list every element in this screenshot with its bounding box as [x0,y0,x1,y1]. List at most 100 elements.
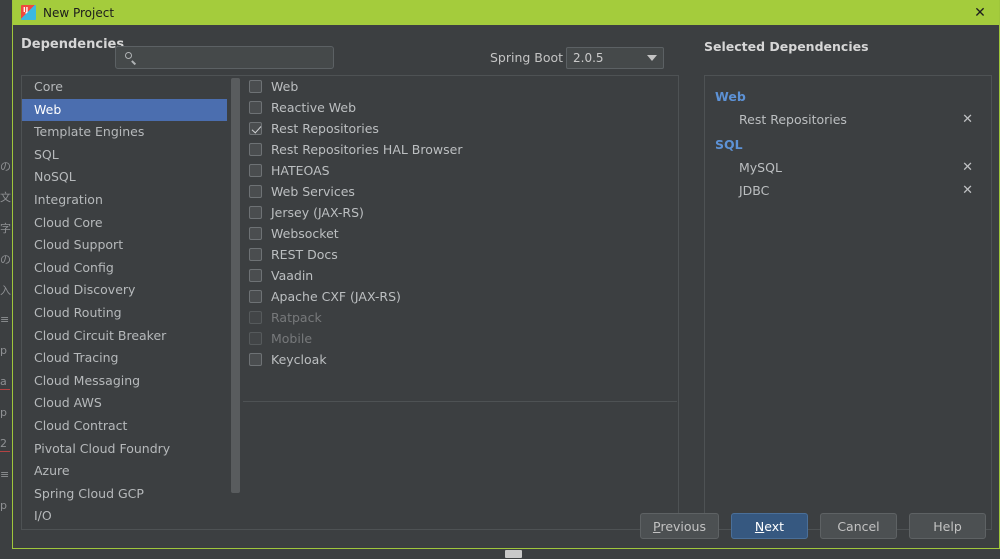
new-project-dialog: New Project ✕ Dependencies Spring Boot 2… [12,0,1000,549]
dependency-checkbox-row: Mobile [243,328,678,349]
dialog-titlebar: New Project ✕ [13,0,999,25]
dependency-checkbox-row[interactable]: Web [243,76,678,97]
dependency-checkbox-label: REST Docs [271,247,338,262]
dependency-checkbox-row[interactable]: Jersey (JAX-RS) [243,202,678,223]
list-divider [243,401,677,402]
dependency-checkbox-label: Apache CXF (JAX-RS) [271,289,401,304]
category-item[interactable]: Integration [22,189,227,212]
dependency-checkbox-row[interactable]: HATEOAS [243,160,678,181]
selected-group-header: Web [715,89,746,104]
dependency-checkbox-row[interactable]: REST Docs [243,244,678,265]
spring-boot-version-select[interactable]: 2.0.5 [566,47,664,69]
remove-dependency-icon[interactable]: ✕ [960,184,975,197]
category-item[interactable]: Cloud Support [22,234,227,257]
checkbox-unchecked-icon[interactable] [249,290,262,303]
dependency-checkbox-row[interactable]: Reactive Web [243,97,678,118]
checkbox-checked-icon[interactable] [249,122,262,135]
search-input[interactable] [137,46,333,69]
checkbox-unchecked-icon [249,311,262,324]
category-item[interactable]: Cloud AWS [22,392,227,415]
selected-dependency-row: Rest Repositories ✕ [705,108,991,131]
checkbox-unchecked-icon[interactable] [249,353,262,366]
category-item[interactable]: Cloud Contract [22,415,227,438]
dependency-checkbox-label: Rest Repositories [271,121,379,136]
category-item[interactable]: Cloud Messaging [22,370,227,393]
remove-dependency-icon[interactable]: ✕ [960,161,975,174]
dependency-checkbox-label: Mobile [271,331,313,346]
dependency-checkbox-row[interactable]: Rest Repositories HAL Browser [243,139,678,160]
background-text-fragment: 2 [0,437,10,452]
dependency-checkbox-label: Rest Repositories HAL Browser [271,142,463,157]
spring-boot-version-value: 2.0.5 [573,51,604,65]
checkbox-unchecked-icon[interactable] [249,248,262,261]
dependency-checkbox-row[interactable]: Vaadin [243,265,678,286]
background-left-strip: の文字の入 ≡ p a p 2 ≡ p [0,0,12,559]
checkbox-unchecked-icon[interactable] [249,164,262,177]
selected-dependencies-title: Selected Dependencies [704,39,869,54]
dependency-checkbox-row[interactable]: Apache CXF (JAX-RS) [243,286,678,307]
search-box[interactable] [115,46,334,69]
background-text-fragment: の [0,160,11,173]
checkbox-unchecked-icon[interactable] [249,80,262,93]
checkbox-unchecked-icon[interactable] [249,227,262,240]
category-scrollbar[interactable] [231,76,240,529]
dependency-checkbox-row[interactable]: Rest Repositories [243,118,678,139]
dialog-header-row: Dependencies Spring Boot 2.0.5 Selected … [13,25,999,69]
help-button[interactable]: Help [909,513,986,539]
category-item[interactable]: NoSQL [22,166,227,189]
dependency-checkbox-row[interactable]: Websocket [243,223,678,244]
dependency-checkbox-label: Websocket [271,226,339,241]
next-button[interactable]: Next [731,513,808,539]
dependency-checkbox-list: Web Reactive Web Rest Repositories Rest Rep… [243,76,678,370]
background-scrollbar-thumb[interactable] [505,550,522,558]
category-item[interactable]: Cloud Tracing [22,347,227,370]
category-list-panel: Core Web Template Engines SQL NoSQL Integrati… [21,75,243,530]
dependency-checkbox-row: Ratpack [243,307,678,328]
background-horizontal-scrollbar[interactable] [0,550,1000,559]
dependency-checkbox-row[interactable]: Web Services [243,181,678,202]
cancel-button[interactable]: Cancel [820,513,897,539]
category-item[interactable]: Cloud Discovery [22,279,227,302]
category-item[interactable]: SQL [22,144,227,167]
category-list: Core Web Template Engines SQL NoSQL Integrati… [22,76,227,528]
category-item[interactable]: Core [22,76,227,99]
category-item[interactable]: Pivotal Cloud Foundry [22,438,227,461]
background-text-fragment: p [0,406,7,419]
selected-group-header: SQL [715,137,743,152]
category-item[interactable]: Spring Cloud GCP [22,483,227,506]
checkbox-unchecked-icon[interactable] [249,101,262,114]
remove-dependency-icon[interactable]: ✕ [960,113,975,126]
dialog-footer: Previous Next Cancel Help [13,504,999,548]
dependency-checkbox-label: Web Services [271,184,355,199]
checkbox-unchecked-icon[interactable] [249,269,262,282]
checkbox-unchecked-icon[interactable] [249,143,262,156]
previous-button[interactable]: Previous [639,513,719,539]
dependency-checkbox-label: Jersey (JAX-RS) [271,205,364,220]
category-item[interactable]: Cloud Config [22,257,227,280]
selected-dependency-label: Rest Repositories [739,112,847,127]
background-text-fragment: 文 [0,191,11,204]
background-text-fragment: 入 [0,284,11,297]
checkbox-unchecked-icon [249,332,262,345]
selected-dependency-row: JDBC ✕ [705,179,991,202]
category-item[interactable]: Web [22,98,227,122]
checkbox-unchecked-icon[interactable] [249,206,262,219]
selected-dependency-row: MySQL ✕ [705,156,991,179]
category-item[interactable]: Azure [22,460,227,483]
checkbox-unchecked-icon[interactable] [249,185,262,198]
background-text-fragment: ≡ [0,313,9,326]
category-item[interactable]: Cloud Routing [22,302,227,325]
dependency-checkbox-panel: Web Reactive Web Rest Repositories Rest Rep… [243,75,679,530]
close-icon[interactable]: ✕ [969,0,991,25]
dependencies-label: Dependencies [21,37,125,52]
dialog-body: Dependencies Spring Boot 2.0.5 Selected … [13,25,999,548]
selected-dependencies-list: Web Rest Repositories ✕ SQL MySQL ✕ JDBC ✕ [705,83,991,202]
category-item[interactable]: Cloud Circuit Breaker [22,325,227,348]
category-scrollbar-thumb[interactable] [231,78,240,493]
dependency-checkbox-label: Ratpack [271,310,322,325]
dependency-checkbox-row[interactable]: Keycloak [243,349,678,370]
category-item[interactable]: Template Engines [22,121,227,144]
background-text-fragment: p [0,344,7,357]
dependency-checkbox-label: Web [271,79,299,94]
category-item[interactable]: Cloud Core [22,212,227,235]
